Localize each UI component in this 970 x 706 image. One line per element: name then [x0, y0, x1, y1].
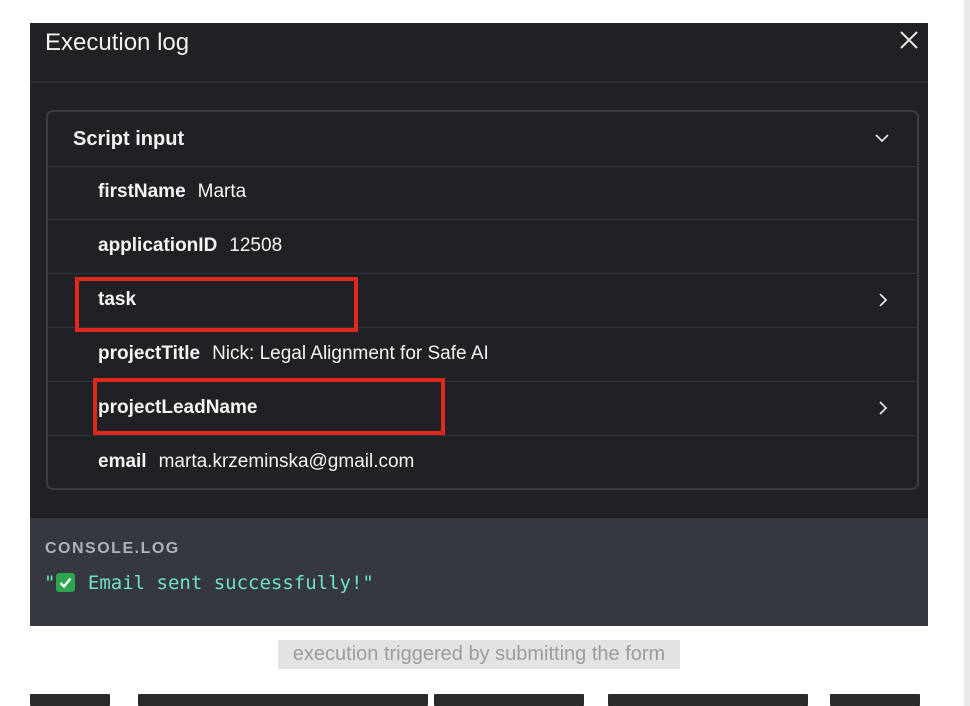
chevron-right-icon[interactable]: [876, 292, 890, 308]
input-row-value: 12508: [229, 235, 283, 256]
input-row-value: marta.krzeminska@gmail.com: [158, 451, 415, 472]
modal-title: Execution log: [45, 29, 190, 56]
input-row-projectleadname[interactable]: projectLeadName: [48, 382, 917, 436]
input-row-key: task: [98, 289, 137, 310]
input-row-value: Marta: [197, 181, 247, 202]
chevron-right-icon[interactable]: [876, 400, 890, 416]
close-icon[interactable]: [898, 29, 920, 51]
input-row-email: email marta.krzeminska@gmail.com: [48, 436, 917, 490]
console-log-message: " Email sent successfully!": [44, 572, 374, 594]
modal-header: Execution log: [30, 23, 928, 83]
input-row-key: email marta.krzeminska@gmail.com: [98, 451, 415, 472]
cropped-text-line: [30, 694, 930, 706]
execution-log-modal: Execution log Script input firstName Mart…: [30, 23, 928, 626]
script-input-title: Script input: [73, 128, 185, 150]
input-row-projecttitle: projectTitle Nick: Legal Alignment for Sa…: [48, 328, 917, 382]
input-row-key: projectTitle Nick: Legal Alignment for Sa…: [98, 343, 489, 364]
page-scrollbar[interactable]: [964, 0, 970, 706]
input-row-key: firstName Marta: [98, 181, 247, 202]
input-row-applicationid: applicationID 12508: [48, 220, 917, 274]
input-row-key: applicationID 12508: [98, 235, 283, 256]
input-row-firstname: firstName Marta: [48, 166, 917, 220]
check-mark-button-icon: [56, 573, 76, 592]
console-log-section: CONSOLE.LOG " Email sent successfully!": [30, 518, 928, 626]
image-caption: execution triggered by submitting the fo…: [278, 640, 680, 669]
input-row-value: Nick: Legal Alignment for Safe AI: [212, 343, 489, 364]
script-input-header[interactable]: Script input: [48, 112, 917, 167]
console-log-label: CONSOLE.LOG: [45, 540, 180, 557]
script-input-panel: Script input firstName Marta applicationI…: [46, 110, 919, 490]
chevron-down-icon[interactable]: [874, 130, 890, 146]
input-row-task[interactable]: task: [48, 274, 917, 328]
input-row-key: projectLeadName: [98, 397, 258, 418]
